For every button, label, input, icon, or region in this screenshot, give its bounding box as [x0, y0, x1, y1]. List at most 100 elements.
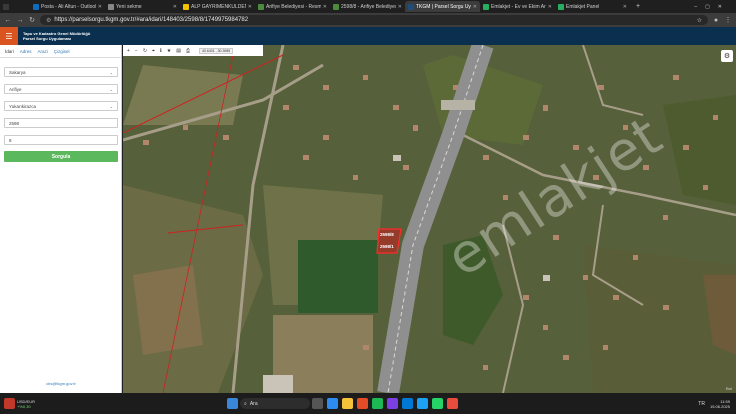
close-tab-icon[interactable]: ✕: [398, 4, 402, 10]
browser-tab[interactable]: Arifiye Belediyesi - Resmi ✕: [255, 1, 330, 12]
parcel-label: 2598/8: [380, 232, 394, 237]
close-tab-icon[interactable]: ✕: [623, 4, 627, 10]
app-icon[interactable]: [372, 398, 384, 409]
new-tab-button[interactable]: +: [636, 3, 640, 10]
chevron-down-icon: ⌄: [109, 69, 113, 75]
print-icon[interactable]: ⎙: [186, 48, 190, 54]
refresh-icon[interactable]: ↻: [143, 48, 147, 54]
language-indicator[interactable]: TR: [698, 401, 705, 407]
menu-icon[interactable]: ⋮: [724, 16, 732, 24]
tab-label: Yeni sekme: [116, 3, 142, 10]
profile-icon[interactable]: ●: [712, 17, 720, 24]
province-select[interactable]: Sakarya ⌄: [4, 67, 118, 77]
browser-tab[interactable]: ALP GAYRIMENKULDEN S✕: [180, 1, 255, 12]
save-icon[interactable]: ▤: [176, 48, 181, 54]
search-icon: ⌕: [244, 400, 247, 407]
app-icon[interactable]: [417, 398, 429, 409]
tab-label: Emlakjet - Ev ve Ekim Ara: [491, 3, 546, 10]
close-tab-icon[interactable]: ✕: [548, 4, 552, 10]
info-icon[interactable]: ℹ: [160, 48, 162, 54]
tab-adres[interactable]: Adres: [20, 49, 32, 54]
tab-label: Arifiye Belediyesi - Resmi: [266, 3, 321, 10]
measure-icon[interactable]: ⌖: [152, 48, 155, 54]
windows-start-icon[interactable]: [227, 398, 239, 409]
app-name: Parsel Sorgu Uygulaması: [23, 36, 72, 41]
reload-icon[interactable]: ↻: [28, 16, 36, 24]
browser-tab[interactable]: 2598/8 - Arifiye Belediyesi ✕: [330, 1, 405, 12]
map-toolbar: + − ↻ ⌖ ℹ ★ ▤ ⎙ 40.6401 , 30.3989: [123, 45, 263, 56]
tab-favicon-icon: [33, 3, 39, 10]
clock-date: 15.06.2025: [709, 403, 730, 409]
district-value: Arifiye: [9, 86, 22, 92]
tab-arazi[interactable]: Arazi: [38, 49, 48, 54]
site-info-icon[interactable]: ⚙: [46, 17, 51, 24]
query-tabs: İdari Adres Arazi Çizgisel: [0, 45, 121, 58]
tab-label: Emlakjet Panel: [566, 3, 600, 10]
tab-favicon-icon: [258, 3, 264, 10]
system-tray: TR 11:59 15.06.2025: [698, 399, 736, 409]
browser-tab-bar: Posta - Ali Altun - Outlook ✕ Yeni sekme ✕ A…: [0, 0, 736, 13]
tab-label: TKGM | Parsel Sorgu Uygu: [416, 3, 471, 10]
map-credit: Esri: [725, 387, 732, 391]
browser-tab[interactable]: Posta - Ali Altun - Outlook ✕: [30, 1, 105, 12]
contact-email[interactable]: cbs@tkgm.gov.tr: [0, 381, 122, 386]
url-input[interactable]: ⚙ https://parselsorgu.tkgm.gov.tr/#ara/i…: [40, 15, 708, 25]
taskbar-search[interactable]: ⌕ Ara: [240, 398, 311, 409]
gear-icon[interactable]: ⚙: [721, 50, 733, 62]
chrome-icon[interactable]: [357, 398, 369, 409]
province-value: Sakarya: [9, 69, 26, 75]
parcel-label: 2598/1: [380, 244, 394, 249]
tab-favicon-icon: [183, 3, 189, 10]
tab-label: 2598/8 - Arifiye Belediyesi: [341, 3, 396, 10]
task-view-icon[interactable]: [312, 398, 324, 409]
file-explorer-icon[interactable]: [342, 398, 354, 409]
chevron-down-icon: ⌄: [109, 86, 113, 92]
zoom-out-icon[interactable]: −: [135, 48, 138, 54]
close-tab-icon[interactable]: ✕: [248, 4, 252, 10]
browser-tab[interactable]: Emlakjet Panel ✕: [555, 1, 630, 12]
currency-change: +%0,30: [17, 403, 31, 409]
currency-pair: USD/EUR: [17, 398, 36, 404]
close-tab-icon[interactable]: ✕: [173, 4, 177, 10]
close-tab-icon[interactable]: ✕: [473, 4, 477, 10]
browser-tab[interactable]: [0, 1, 30, 12]
close-tab-icon[interactable]: ✕: [98, 4, 102, 10]
whatsapp-icon[interactable]: [432, 398, 444, 409]
neighborhood-value: Yukarıkirazca: [9, 103, 37, 109]
satellite-imagery: [123, 45, 736, 393]
block-input[interactable]: 2598: [4, 118, 118, 128]
app-icon[interactable]: [387, 398, 399, 409]
query-sidebar: İdari Adres Arazi Çizgisel Sakarya ⌄ Arif…: [0, 45, 122, 393]
weather-widget-icon[interactable]: [4, 398, 15, 409]
tab-label: Posta - Ali Altun - Outlook: [41, 3, 96, 10]
satellite-map[interactable]: + − ↻ ⌖ ℹ ★ ▤ ⎙ 40.6401 , 30.3989 ⚙ emla…: [123, 45, 736, 393]
chevron-down-icon: ⌄: [109, 103, 113, 109]
close-tab-icon[interactable]: ✕: [323, 4, 327, 10]
district-select[interactable]: Arifiye ⌄: [4, 84, 118, 94]
tab-idari[interactable]: İdari: [5, 49, 14, 54]
currency-widget[interactable]: USD/EUR +%0,30: [17, 399, 35, 409]
edge-icon[interactable]: [327, 398, 339, 409]
tab-favicon-icon: [483, 3, 489, 10]
app-header: ☰ Tapu ve Kadastro Genel Müdürlüğü Parse…: [0, 27, 736, 45]
back-icon[interactable]: ←: [4, 17, 12, 24]
browser-tab[interactable]: Emlakjet - Ev ve Ekim Ara ✕: [480, 1, 555, 12]
tab-favicon-icon: [558, 3, 564, 10]
star-icon[interactable]: ☆: [697, 17, 702, 24]
window-controls[interactable]: –▢✕: [694, 4, 736, 10]
neighborhood-select[interactable]: Yukarıkirazca ⌄: [4, 101, 118, 111]
clock[interactable]: 11:59 15.06.2025: [710, 399, 730, 409]
zoom-in-icon[interactable]: +: [127, 48, 130, 54]
app-title: Tapu ve Kadastro Genel Müdürlüğü Parsel …: [23, 31, 90, 41]
windows-taskbar: USD/EUR +%0,30 ⌕ Ara TR 11:59 15.06.2025: [0, 393, 736, 414]
query-button[interactable]: Sorgula: [4, 151, 118, 162]
app-icon[interactable]: [447, 398, 459, 409]
parcel-input[interactable]: 8: [4, 135, 118, 145]
hamburger-icon[interactable]: ☰: [0, 27, 18, 45]
tab-cizgisel[interactable]: Çizgisel: [54, 49, 70, 54]
mail-icon[interactable]: [402, 398, 414, 409]
forward-icon[interactable]: →: [16, 17, 24, 24]
bookmark-icon[interactable]: ★: [167, 48, 171, 54]
browser-tab[interactable]: TKGM | Parsel Sorgu Uygu ✕: [405, 1, 480, 12]
browser-tab[interactable]: Yeni sekme ✕: [105, 1, 180, 12]
